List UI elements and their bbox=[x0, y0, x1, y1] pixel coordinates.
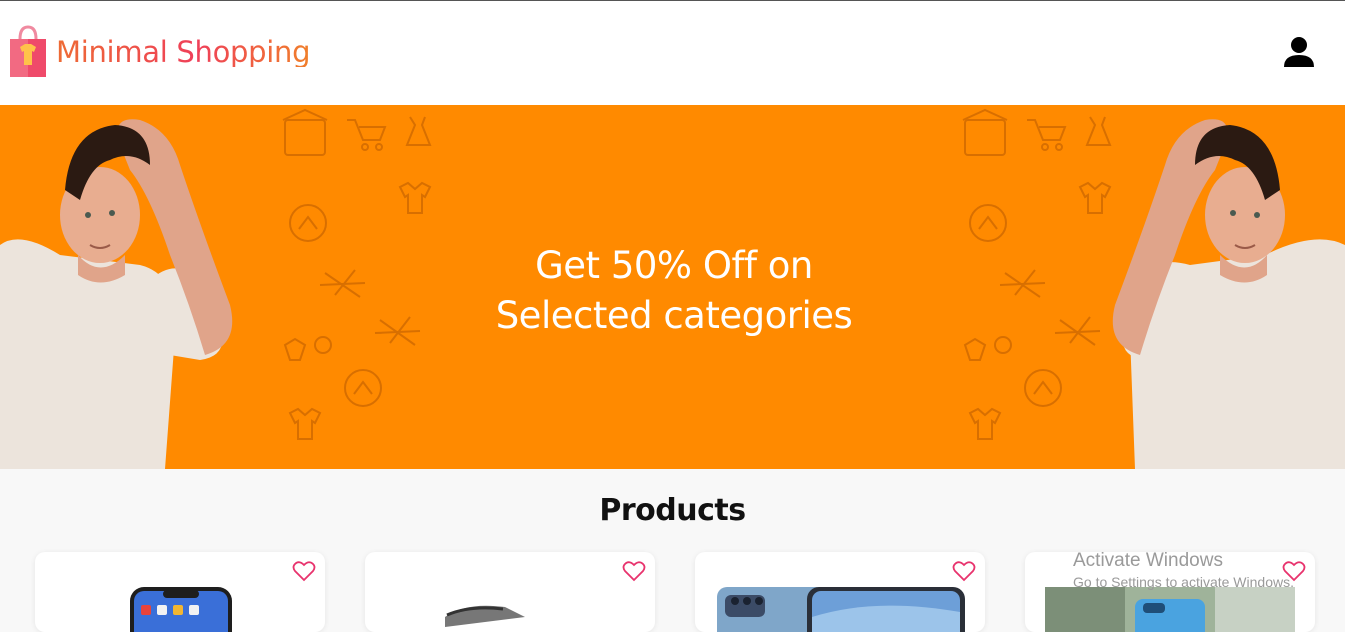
shopping-bag-icon bbox=[10, 25, 46, 77]
product-image bbox=[1045, 587, 1295, 632]
promo-headline-line2: Selected categories bbox=[495, 294, 853, 337]
brand-logo-link[interactable]: Minimal Shopping bbox=[8, 25, 311, 79]
activate-windows-watermark: Activate Windows Go to Settings to activ… bbox=[1073, 549, 1294, 591]
watermark-title: Activate Windows bbox=[1073, 550, 1223, 571]
products-heading: Products bbox=[599, 493, 746, 528]
person-image-right bbox=[1112, 119, 1345, 469]
promo-banner[interactable]: Get 50% Off on Selected categories bbox=[0, 105, 1345, 469]
brand-name: Minimal Shopping bbox=[56, 34, 311, 69]
heart-icon[interactable] bbox=[952, 560, 976, 582]
promo-headline: Get 50% Off on Selected categories bbox=[400, 241, 948, 341]
product-card[interactable] bbox=[365, 552, 655, 632]
site-header: Minimal Shopping bbox=[0, 1, 1345, 105]
product-card[interactable] bbox=[695, 552, 985, 632]
product-image bbox=[715, 587, 965, 632]
heart-icon[interactable] bbox=[622, 560, 646, 582]
product-image bbox=[55, 587, 305, 632]
watermark-subtitle: Go to Settings to activate Windows. bbox=[1073, 574, 1294, 590]
product-card[interactable] bbox=[35, 552, 325, 632]
person-image-left bbox=[0, 119, 233, 469]
product-image bbox=[385, 587, 635, 632]
promo-headline-line1: Get 50% Off on bbox=[535, 244, 813, 287]
user-icon[interactable] bbox=[1282, 35, 1316, 69]
heart-icon[interactable] bbox=[292, 560, 316, 582]
